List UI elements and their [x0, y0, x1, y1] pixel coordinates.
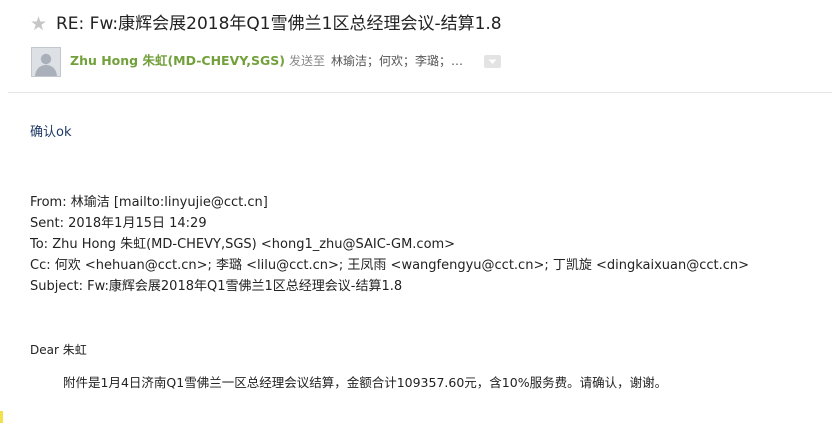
reply-text: 确认ok: [30, 125, 72, 140]
quoted-to-value: Zhu Hong 朱虹(MD-CHEVY,SGS) <hong1_zhu@SAI…: [48, 237, 456, 252]
left-edge-marker: [0, 411, 3, 423]
quoted-sent-line: Sent: 2018年1月15日 14:29: [30, 213, 749, 234]
quoted-subject-label: Subject:: [30, 279, 83, 294]
quoted-subject-line: Subject: Fw:康辉会展2018年Q1雪佛兰1区总经理会议-结算1.8: [30, 276, 749, 297]
user-avatar-icon[interactable]: [31, 47, 61, 77]
expand-recipients-button[interactable]: [484, 55, 501, 68]
recipients-list[interactable]: 林瑜洁；何欢；李璐；…: [331, 53, 463, 69]
message-paragraph: 附件是1月4日济南Q1雪佛兰一区总经理会议结算，金额合计109357.60元，含…: [63, 375, 668, 390]
email-header: ★ RE: Fw:康辉会展2018年Q1雪佛兰1区总经理会议-结算1.8 Zhu…: [0, 0, 832, 92]
quoted-cc-value: 何欢 <hehuan@cct.cn>; 李璐 <lilu@cct.cn>; 王凤…: [50, 258, 750, 273]
greeting: Dear 朱虹: [30, 343, 87, 357]
quoted-from-label: From:: [30, 195, 67, 210]
quoted-cc-label: Cc:: [30, 258, 51, 273]
star-icon[interactable]: ★: [30, 12, 47, 36]
quoted-subject-value: Fw:康辉会展2018年Q1雪佛兰1区总经理会议-结算1.8: [82, 279, 403, 294]
recipients-label: 发送至: [289, 54, 326, 68]
quoted-header: From: 林瑜洁 [mailto:linyujie@cct.cn] Sent:…: [30, 192, 749, 297]
header-divider: [8, 92, 832, 93]
email-subject: RE: Fw:康辉会展2018年Q1雪佛兰1区总经理会议-结算1.8: [56, 14, 502, 34]
quoted-from-line: From: 林瑜洁 [mailto:linyujie@cct.cn]: [30, 192, 749, 213]
chevron-down-icon: [488, 59, 497, 64]
quoted-from-value: 林瑜洁 [mailto:linyujie@cct.cn]: [66, 195, 268, 210]
quoted-cc-line: Cc: 何欢 <hehuan@cct.cn>; 李璐 <lilu@cct.cn>…: [30, 255, 749, 276]
quoted-to-label: To:: [30, 237, 49, 252]
sender-name[interactable]: Zhu Hong 朱虹(MD-CHEVY,SGS): [70, 53, 285, 69]
quoted-sent-value: 2018年1月15日 14:29: [63, 216, 207, 231]
quoted-to-line: To: Zhu Hong 朱虹(MD-CHEVY,SGS) <hong1_zhu…: [30, 234, 749, 255]
quoted-sent-label: Sent:: [30, 216, 64, 231]
